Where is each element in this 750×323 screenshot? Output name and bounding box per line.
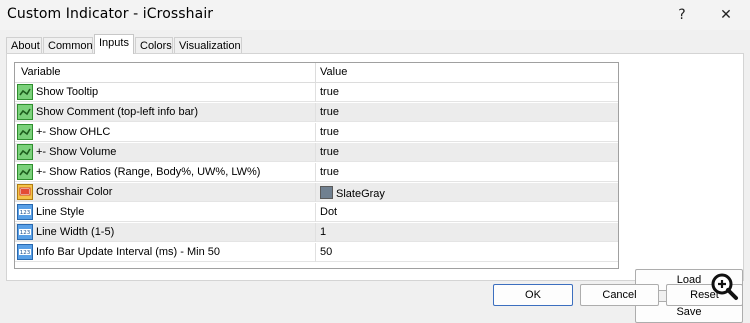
- input-row[interactable]: +- Show Volume true: [15, 143, 618, 162]
- variable-value[interactable]: true: [320, 126, 339, 138]
- variable-name: +- Show Volume: [36, 146, 117, 158]
- cell-divider: [315, 203, 316, 222]
- variable-value-text: Dot: [320, 206, 338, 218]
- svg-text:123: 123: [20, 250, 31, 256]
- tab-about[interactable]: About: [6, 37, 42, 53]
- variable-value[interactable]: SlateGray: [320, 186, 385, 200]
- bool-icon: [17, 104, 33, 120]
- int-icon: 123: [17, 224, 33, 240]
- variable-value[interactable]: Dot: [320, 206, 337, 218]
- column-divider[interactable]: [315, 63, 316, 82]
- int-icon: 123: [17, 204, 33, 220]
- bool-icon: [17, 124, 33, 140]
- input-row[interactable]: Show Comment (top-left info bar) true: [15, 103, 618, 122]
- cell-divider: [315, 83, 316, 102]
- color-swatch: [320, 186, 333, 199]
- variable-name: Show Comment (top-left info bar): [36, 106, 199, 118]
- cell-divider: [315, 223, 316, 242]
- variable-name: Info Bar Update Interval (ms) - Min 50: [36, 246, 221, 258]
- tab-inputs[interactable]: Inputs: [94, 34, 134, 54]
- window-title: Custom Indicator - iCrosshair: [7, 6, 214, 22]
- variable-value[interactable]: true: [320, 166, 339, 178]
- cell-divider: [315, 143, 316, 162]
- title-bar: Custom Indicator - iCrosshair ? ✕: [0, 0, 750, 30]
- svg-text:123: 123: [20, 230, 31, 236]
- help-button[interactable]: ?: [668, 4, 696, 26]
- bool-icon: [17, 144, 33, 160]
- cancel-button[interactable]: Cancel: [580, 284, 659, 306]
- variable-value-text: true: [320, 86, 339, 98]
- bool-icon: [17, 84, 33, 100]
- cell-divider: [315, 243, 316, 262]
- variable-value-text: 1: [320, 226, 327, 238]
- variable-name: +- Show OHLC: [36, 126, 111, 138]
- variable-name: Show Tooltip: [36, 86, 99, 98]
- color-icon: [17, 184, 33, 200]
- variable-value-text: true: [320, 146, 339, 158]
- variable-value-text: true: [320, 106, 339, 118]
- close-button[interactable]: ✕: [712, 4, 740, 26]
- input-row[interactable]: 123 Line Style Dot: [15, 203, 618, 222]
- variable-value-text: 50: [320, 246, 333, 258]
- input-row[interactable]: Crosshair Color SlateGray: [15, 183, 618, 202]
- variable-value[interactable]: 50: [320, 246, 332, 258]
- variable-name: Crosshair Color: [36, 186, 113, 198]
- input-row[interactable]: +- Show OHLC true: [15, 123, 618, 142]
- input-row[interactable]: 123 Line Width (1-5) 1: [15, 223, 618, 242]
- variable-value[interactable]: true: [320, 146, 339, 158]
- cell-divider: [315, 123, 316, 142]
- grid-header: Variable Value: [15, 63, 618, 83]
- input-row[interactable]: 123 Info Bar Update Interval (ms) - Min 5…: [15, 243, 618, 262]
- inputs-panel: Variable Value Show Tooltip true Show Comm…: [6, 53, 744, 323]
- tab-visualization[interactable]: Visualization: [174, 37, 242, 53]
- variable-value[interactable]: true: [320, 86, 339, 98]
- variable-name: +- Show Ratios (Range, Body%, UW%, LW%): [36, 166, 261, 178]
- variable-value-text: true: [320, 126, 339, 138]
- variable-name: Line Style: [36, 206, 85, 218]
- svg-text:123: 123: [20, 210, 31, 216]
- zoom-icon[interactable]: [708, 270, 746, 304]
- inputs-grid: Variable Value Show Tooltip true Show Comm…: [14, 62, 619, 269]
- column-header-variable[interactable]: Variable: [21, 66, 61, 78]
- tab-colors[interactable]: Colors: [135, 37, 173, 53]
- tab-common[interactable]: Common: [43, 37, 93, 53]
- input-row[interactable]: +- Show Ratios (Range, Body%, UW%, LW%) t…: [15, 163, 618, 182]
- column-header-value[interactable]: Value: [320, 66, 347, 78]
- cell-divider: [315, 103, 316, 122]
- variable-value[interactable]: 1: [320, 226, 326, 238]
- variable-value-text: true: [320, 166, 339, 178]
- variable-name: Line Width (1-5): [36, 226, 115, 238]
- cell-divider: [315, 183, 316, 202]
- variable-value-text: SlateGray: [336, 188, 385, 200]
- variable-value[interactable]: true: [320, 106, 339, 118]
- ok-button[interactable]: OK: [493, 284, 573, 306]
- int-icon: 123: [17, 244, 33, 260]
- cell-divider: [315, 163, 316, 182]
- bool-icon: [17, 164, 33, 180]
- input-row[interactable]: Show Tooltip true: [15, 83, 618, 102]
